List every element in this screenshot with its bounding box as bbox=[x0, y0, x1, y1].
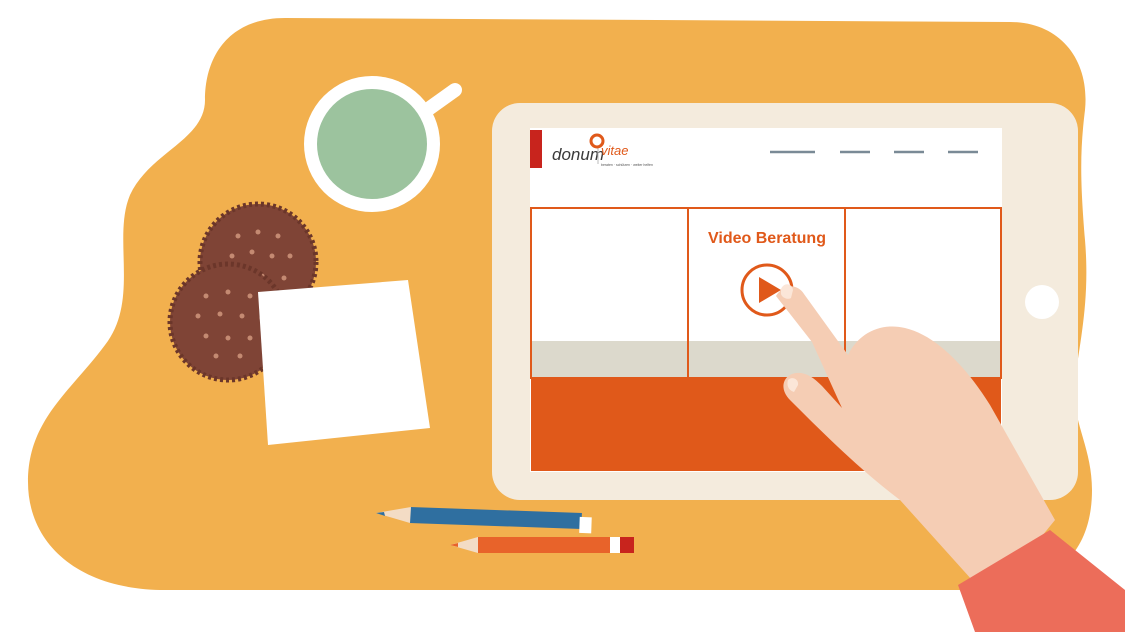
index-nail bbox=[781, 284, 793, 299]
pencil-orange bbox=[450, 537, 634, 553]
logo-red-bar bbox=[530, 130, 542, 168]
tablet-home-button[interactable] bbox=[1025, 285, 1059, 319]
cup-tea bbox=[317, 89, 427, 199]
sticky-note bbox=[258, 280, 430, 445]
logo-tagline: beraten · schützen · weiter helfen bbox=[601, 163, 653, 167]
card-title-video-beratung: Video Beratung bbox=[708, 230, 826, 247]
logo-vitae: vitae bbox=[601, 143, 628, 158]
illustration: donum vitae beraten · schützen · weiter … bbox=[28, 18, 1125, 632]
